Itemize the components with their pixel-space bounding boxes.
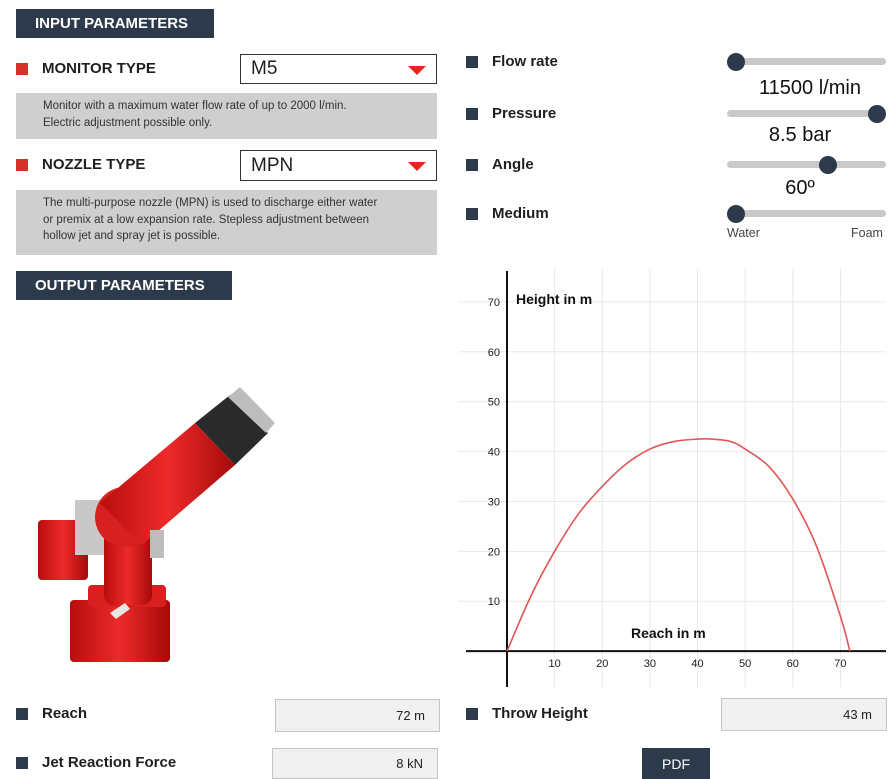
reach-label: Reach <box>16 705 87 722</box>
input-parameters-header: INPUT PARAMETERS <box>16 9 214 38</box>
chart-x-axis-label: Reach in m <box>631 625 706 641</box>
x-tick-label: 70 <box>834 658 846 670</box>
nozzle-description-line: or premix at a low expansion rate. Stepl… <box>43 213 370 226</box>
reach-value: 72 m <box>396 708 425 723</box>
x-tick-label: 60 <box>787 658 799 670</box>
chevron-down-icon <box>408 66 426 75</box>
trajectory-curve <box>506 437 851 652</box>
monitor-type-value: M5 <box>251 58 278 79</box>
x-tick-label: 50 <box>739 658 751 670</box>
monitor-description: Monitor with a maximum water flow rate o… <box>16 93 437 139</box>
nozzle-description: The multi-purpose nozzle (MPN) is used t… <box>16 190 437 255</box>
nozzle-description-line: hollow jet and spray jet is possible. <box>43 230 221 242</box>
pressure-value: 8.5 bar <box>768 124 832 146</box>
angle-slider[interactable] <box>727 161 886 168</box>
monitor-description-line: Monitor with a maximum water flow rate o… <box>43 100 347 112</box>
monitor-type-select[interactable]: M5 <box>240 54 437 84</box>
angle-label-text: Angle <box>492 156 534 173</box>
chevron-down-icon <box>408 162 426 171</box>
jet-reaction-force-value: 8 kN <box>396 756 423 771</box>
y-tick-label: 60 <box>488 347 500 359</box>
flow-rate-slider[interactable] <box>727 58 886 65</box>
bullet-square-icon <box>466 707 478 720</box>
y-tick-label: 30 <box>488 496 500 508</box>
pressure-slider-thumb[interactable] <box>868 105 886 123</box>
y-tick-label: 70 <box>488 297 500 309</box>
medium-slider[interactable] <box>727 210 886 217</box>
flow-rate-label-text: Flow rate <box>492 53 558 70</box>
jet-reaction-force-label: Jet Reaction Force <box>16 754 176 771</box>
chart-series <box>506 437 851 652</box>
bullet-square-icon <box>466 107 478 120</box>
medium-slider-thumb[interactable] <box>727 205 745 223</box>
x-tick-label: 10 <box>549 658 561 670</box>
y-tick-label: 10 <box>488 596 500 608</box>
x-tick-label: 20 <box>596 658 608 670</box>
throw-height-label-text: Throw Height <box>492 705 588 722</box>
reach-output: 72 m <box>275 699 440 732</box>
y-tick-label: 40 <box>488 447 500 459</box>
bullet-square-icon <box>16 756 28 769</box>
throw-height-output: 43 m <box>721 698 887 731</box>
throw-height-value: 43 m <box>843 707 872 722</box>
bullet-square-icon <box>466 158 478 171</box>
medium-min-label: Water <box>727 226 760 240</box>
y-tick-label: 20 <box>488 546 500 558</box>
monitor-description-line: Electric adjustment possible only. <box>43 116 213 129</box>
throw-height-label: Throw Height <box>466 705 588 722</box>
bullet-square-icon <box>466 55 478 68</box>
bullet-square-icon <box>16 707 28 720</box>
nozzle-description-line: The multi-purpose nozzle (MPN) is used t… <box>43 197 378 209</box>
x-tick-label: 40 <box>691 658 703 670</box>
flow-rate-slider-thumb[interactable] <box>727 53 745 71</box>
chart-y-axis-label: Height in m <box>516 291 592 307</box>
angle-slider-thumb[interactable] <box>818 156 837 174</box>
monitor-side-handle <box>150 530 164 558</box>
monitor-type-label: MONITOR TYPE <box>16 60 156 77</box>
reach-label-text: Reach <box>42 705 88 722</box>
nozzle-type-value: MPN <box>251 154 294 176</box>
jet-reaction-force-label-text: Jet Reaction Force <box>42 754 177 771</box>
medium-label: Medium <box>466 205 549 222</box>
flow-rate-value: 11500 l/min <box>759 77 861 99</box>
bullet-square-icon <box>16 62 28 75</box>
medium-label-text: Medium <box>492 205 549 222</box>
nozzle-type-label: NOZZLE TYPE <box>16 156 145 173</box>
nozzle-type-select[interactable]: MPN <box>240 150 437 181</box>
trajectory-chart: 10 20 30 40 50 60 70 10 20 30 40 50 60 70 Height in m… <box>458 269 886 687</box>
flow-rate-label: Flow rate <box>466 53 558 70</box>
bullet-square-icon <box>16 158 28 171</box>
monitor-type-label-text: MONITOR TYPE <box>42 60 156 77</box>
y-tick-label: 50 <box>488 397 500 409</box>
x-tick-label: 30 <box>644 658 656 670</box>
jet-reaction-force-output: 8 kN <box>272 748 438 779</box>
nozzle-type-label-text: NOZZLE TYPE <box>42 156 146 173</box>
monitor-image <box>38 387 275 662</box>
pressure-slider[interactable] <box>727 110 886 117</box>
angle-value: 60º <box>785 177 815 199</box>
bullet-square-icon <box>466 207 478 220</box>
pressure-label: Pressure <box>466 105 556 122</box>
medium-max-label: Foam <box>851 226 883 240</box>
pdf-button[interactable]: PDF <box>642 748 710 779</box>
pressure-label-text: Pressure <box>492 105 557 122</box>
output-parameters-header: OUTPUT PARAMETERS <box>16 271 232 300</box>
angle-label: Angle <box>466 156 534 173</box>
